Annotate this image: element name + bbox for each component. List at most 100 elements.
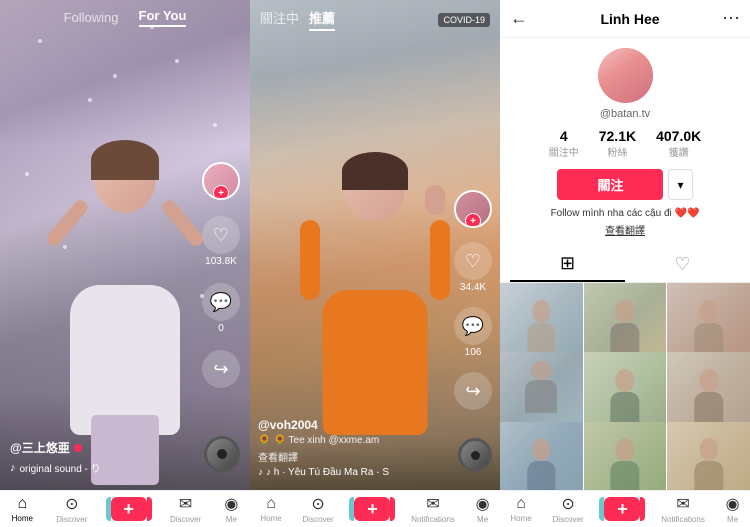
add-video-button-right[interactable]: + [604,497,640,521]
notif-label-mid: Notifications [411,515,455,524]
left-nav-section: ⌂ Home ⊙ Discover + ✉ Discover ◉ Me [0,491,250,527]
middle-comment-item[interactable]: 💬 106 [454,307,492,358]
discover-label-mid: Discover [303,515,334,524]
left-header: Following For You [0,0,250,35]
nav-notif-right[interactable]: ✉ Notifications [661,494,705,524]
share-icon-item[interactable]: ↪ [202,350,240,390]
left-bottom-overlay: @三上悠亜 ♪ original sound - り [10,439,190,475]
snowflake [25,172,29,176]
snowflake [175,59,179,63]
add-video-button-left[interactable]: + [111,497,147,521]
nav-home-left[interactable]: ⌂ Home [12,495,33,523]
right-nav-section: ⌂ Home ⊙ Discover + ✉ Notifications ◉ Me [500,491,750,527]
tab-for-you[interactable]: For You [139,8,187,27]
follow-button-row: 關注 ▾ [557,169,692,200]
middle-comment-icon: 💬 [454,307,492,345]
main-content: Following For You + ♡ 103.8K 💬 0 [0,0,750,490]
snowflake [113,74,117,78]
nav-me-mid[interactable]: ◉ Me [476,494,490,524]
likes-label: 獲讚 [669,144,689,159]
me-label-right: Me [727,515,738,524]
middle-sound-info: ♪ ♪ h · Yêu Tú Đầu Ma Ra · S [258,467,445,478]
left-video-panel: Following For You + ♡ 103.8K 💬 0 [0,0,250,490]
like-count: 103.8K [205,256,237,267]
middle-like-item[interactable]: ♡ 34.4K [454,242,492,293]
profile-handle: @batan.tv [600,108,650,120]
more-options-button[interactable]: ⋯ [722,8,740,29]
profile-section: @batan.tv 4 關注中 72.1K 粉絲 407.0K 獲讚 關注 ▾ [500,38,750,247]
tab-liked[interactable]: ♡ [625,247,740,282]
nav-me-right[interactable]: ◉ Me [726,494,740,524]
notif-icon-mid: ✉ [426,494,439,514]
follow-dropdown-button[interactable]: ▾ [668,169,692,200]
translate-link[interactable]: 查看翻譯 [605,222,645,237]
tab-following[interactable]: Following [64,10,119,25]
nav-discover-left[interactable]: ⊙ Discover [56,494,87,524]
nav-notifications-left[interactable]: ✉ Discover [170,494,201,524]
thumb-head-7 [532,438,551,461]
video-thumb-7[interactable] [500,422,583,490]
thumb-body-8 [611,461,640,490]
tab-videos[interactable]: ⊞ [510,247,625,282]
thumb-head-3 [699,300,718,323]
thumb-person-8 [604,438,645,490]
middle-video-panel: 關注中 推薦 COVID-19 + ♡ 34.4K 💬 [250,0,500,490]
music-note-icon: ♪ [10,462,16,474]
home-icon-left: ⌂ [17,495,27,513]
heart-icon: ♡ [202,216,240,254]
nav-me-left[interactable]: ◉ Me [224,494,238,524]
follow-plus-icon: + [213,185,229,200]
thumb-head-6 [699,369,718,392]
nav-discover-right[interactable]: ⊙ Discover [553,494,584,524]
profile-stats: 4 關注中 72.1K 粉絲 407.0K 獲讚 [549,128,702,159]
thumb-person-4 [519,361,564,427]
middle-avatar-item[interactable]: + [454,190,492,228]
home-icon-right: ⌂ [516,495,526,513]
creator-avatar: + [202,162,240,200]
stat-following: 4 關注中 [549,128,579,159]
likes-count: 407.0K [656,128,701,144]
stat-likes: 407.0K 獲讚 [656,128,701,159]
follow-button[interactable]: 關注 [557,169,663,200]
nav-discover-mid[interactable]: ⊙ Discover [303,494,334,524]
thumb-head-1 [532,300,551,323]
middle-translate[interactable]: 查看翻譯 [258,449,445,464]
snowflake [38,39,42,43]
stat-followers: 72.1K 粉絲 [599,128,636,159]
comment-icon: 💬 [202,283,240,321]
notif-label-right: Notifications [661,515,705,524]
like-icon-item[interactable]: ♡ 103.8K [202,216,240,267]
middle-video-bg: 關注中 推薦 COVID-19 + ♡ 34.4K 💬 [250,0,500,490]
avatar-icon-item[interactable]: + [202,162,240,200]
discover-label-right: Discover [553,515,584,524]
add-video-button-mid[interactable]: + [354,497,390,521]
middle-like-count: 34.4K [460,282,486,293]
middle-hand [425,185,445,215]
video-thumb-8[interactable] [584,422,667,490]
following-count: 4 [560,128,568,144]
left-side-icons: + ♡ 103.8K 💬 0 ↪ [202,162,240,390]
nav-home-mid[interactable]: ⌂ Home [260,495,281,523]
middle-person-hair [342,152,408,190]
thumb-body-7 [527,461,556,490]
nav-home-right[interactable]: ⌂ Home [510,495,531,523]
thumb-body-4 [525,380,557,413]
thumb-person-9 [688,438,729,490]
tab-tuijian[interactable]: 推薦 [309,8,335,31]
thumb-head-8 [616,438,635,461]
middle-arm-left [300,220,320,300]
discover-icon-left: ⊙ [65,494,78,514]
me-icon-right: ◉ [726,494,740,514]
nav-notif-mid[interactable]: ✉ Notifications [411,494,455,524]
tab-guanzhuzhong[interactable]: 關注中 [260,8,299,31]
middle-side-icons: + ♡ 34.4K 💬 106 ↪ [454,190,492,410]
thumb-person-7 [521,438,562,490]
comment-icon-item[interactable]: 💬 0 [202,283,240,334]
notif-icon-right: ✉ [676,494,689,514]
notifications-icon-left: ✉ [179,494,192,514]
middle-share-item[interactable]: ↪ [454,372,492,410]
profile-tabs: ⊞ ♡ [500,247,750,283]
video-thumb-9[interactable] [667,422,750,490]
back-button[interactable]: ← [510,8,528,29]
person-arm-left [44,198,90,249]
